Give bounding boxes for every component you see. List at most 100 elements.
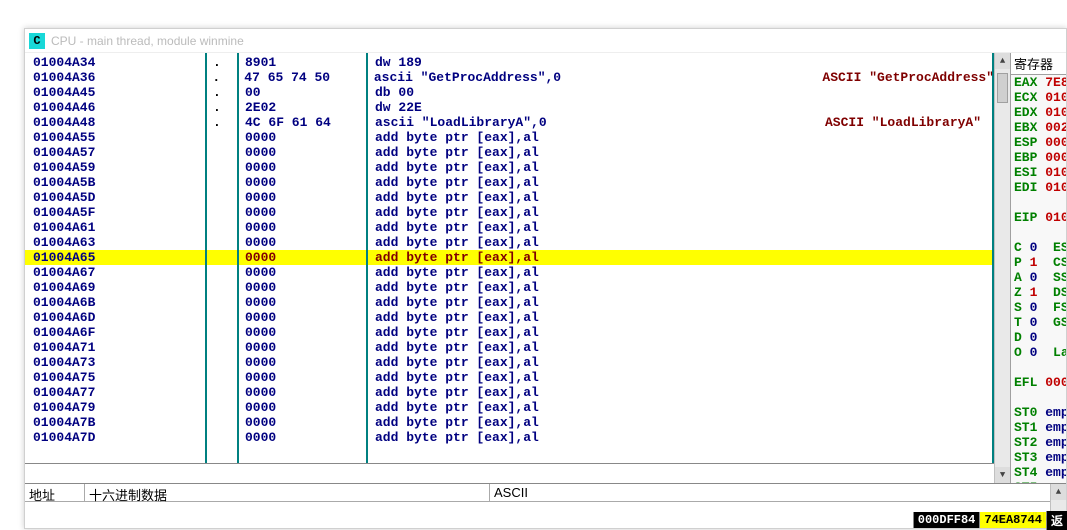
disasm-bytes: 00 xyxy=(245,85,375,100)
flag-value: 0 xyxy=(1030,345,1038,360)
scroll-down-icon[interactable]: ▼ xyxy=(995,467,1010,483)
disasm-scrollbar[interactable]: ▲ ▼ xyxy=(994,53,1010,483)
disasm-bytes: 4C 6F 61 64 xyxy=(245,115,375,130)
disasm-row[interactable]: 01004A34. 8901dw 189 xyxy=(25,55,994,70)
status-bar: 000DFF84 74EA8744 返 xyxy=(913,511,1067,529)
fpu-name: ST3 xyxy=(1014,450,1037,465)
disasm-marker xyxy=(213,385,245,400)
disasm-comment: ASCII "GetProcAddress" xyxy=(822,70,994,85)
disasm-instruction: add byte ptr [eax],al xyxy=(375,250,825,265)
disasm-instruction: dw 22E xyxy=(375,100,825,115)
debugger-window: C CPU - main thread, module winmine 0100… xyxy=(24,28,1067,529)
flag-value: 1 xyxy=(1030,285,1038,300)
flag-name: Z xyxy=(1014,285,1022,300)
status-value: 74EA8744 xyxy=(979,512,1046,528)
disasm-row[interactable]: 01004A690000add byte ptr [eax],al xyxy=(25,280,994,295)
disasm-row[interactable]: 01004A590000add byte ptr [eax],al xyxy=(25,160,994,175)
scroll-up-icon[interactable]: ▲ xyxy=(1051,484,1066,500)
disasm-address: 01004A61 xyxy=(33,220,213,235)
disasm-bytes: 0000 xyxy=(245,355,375,370)
disasm-row[interactable]: 01004A46. 2E02dw 22E xyxy=(25,100,994,115)
seg-name: DS xyxy=(1053,285,1066,300)
flag-name: A xyxy=(1014,270,1022,285)
disasm-address: 01004A7D xyxy=(33,430,213,445)
disasm-row[interactable]: 01004A710000add byte ptr [eax],al xyxy=(25,340,994,355)
disasm-row[interactable]: 01004A45. 00db 00 xyxy=(25,85,994,100)
disasm-marker xyxy=(213,265,245,280)
disasm-row[interactable]: 01004A6F0000add byte ptr [eax],al xyxy=(25,325,994,340)
disasm-address: 01004A5D xyxy=(33,190,213,205)
disasm-instruction: add byte ptr [eax],al xyxy=(375,130,825,145)
disasm-row[interactable]: 01004A670000add byte ptr [eax],al xyxy=(25,265,994,280)
disasm-instruction: dw 189 xyxy=(375,55,825,70)
disasm-row[interactable]: 01004A570000add byte ptr [eax],al xyxy=(25,145,994,160)
scroll-up-icon[interactable]: ▲ xyxy=(995,53,1010,69)
disasm-row[interactable]: 01004A5D0000add byte ptr [eax],al xyxy=(25,190,994,205)
disasm-row[interactable]: 01004A61 0000add byte ptr [eax],al xyxy=(25,220,994,235)
disasm-marker xyxy=(213,175,245,190)
reg-value: 010 xyxy=(1045,165,1066,180)
disasm-comment xyxy=(825,190,994,205)
disasm-instruction: add byte ptr [eax],al xyxy=(375,220,825,235)
disasm-marker xyxy=(213,340,245,355)
dump-col-address: 地址 xyxy=(25,484,85,501)
disasm-bytes: 0000 xyxy=(245,205,375,220)
disasm-row[interactable]: 01004A630000add byte ptr [eax],al xyxy=(25,235,994,250)
flag-value: 0 xyxy=(1030,315,1038,330)
disasm-bytes: 0000 xyxy=(245,280,375,295)
seg-name: La xyxy=(1053,345,1066,360)
disasm-bytes: 0000 xyxy=(245,220,375,235)
disasm-comment: ASCII "LoadLibraryA" xyxy=(825,115,994,130)
flag-name: C xyxy=(1014,240,1022,255)
disasm-comment xyxy=(825,220,994,235)
disasm-bytes: 0000 xyxy=(245,250,375,265)
scroll-thumb[interactable] xyxy=(997,73,1008,103)
disasm-row[interactable]: 01004A750000add byte ptr [eax],al xyxy=(25,370,994,385)
disasm-row[interactable]: 01004A5B0000add byte ptr [eax],al xyxy=(25,175,994,190)
disasm-row[interactable]: 01004A48. 4C 6F 61 64ascii "LoadLibraryA… xyxy=(25,115,994,130)
disasm-instruction: ascii "LoadLibraryA",0 xyxy=(375,115,825,130)
disasm-marker xyxy=(213,430,245,445)
status-extra: 返 xyxy=(1046,511,1067,530)
disasm-row[interactable]: 01004A5F0000add byte ptr [eax],al xyxy=(25,205,994,220)
reg-name: EBX xyxy=(1014,120,1037,135)
disasm-address: 01004A36 xyxy=(33,70,212,85)
disasm-address: 01004A48 xyxy=(33,115,213,130)
disassembly-panel[interactable]: 01004A34. 8901dw 18901004A36. 47 65 74 5… xyxy=(25,53,994,483)
disasm-comment xyxy=(825,85,994,100)
reg-value: 000 xyxy=(1045,135,1066,150)
disasm-bytes: 0000 xyxy=(245,190,375,205)
disasm-comment xyxy=(825,235,994,250)
registers-panel[interactable]: 寄存器 EAX 7E8ECX 010EDX 010EBX 002ESP 000E… xyxy=(1010,53,1066,483)
disasm-row[interactable]: 01004A6B0000add byte ptr [eax],al xyxy=(25,295,994,310)
reg-value: 010 xyxy=(1045,210,1066,225)
reg-name: EDI xyxy=(1014,180,1037,195)
disasm-row[interactable]: 01004A7B0000add byte ptr [eax],al xyxy=(25,415,994,430)
disasm-bytes: 0000 xyxy=(245,145,375,160)
disasm-row[interactable]: 01004A6D0000add byte ptr [eax],al xyxy=(25,310,994,325)
titlebar[interactable]: C CPU - main thread, module winmine xyxy=(25,29,1066,53)
flag-name: T xyxy=(1014,315,1022,330)
disasm-instruction: add byte ptr [eax],al xyxy=(375,145,825,160)
disasm-bytes: 47 65 74 50 xyxy=(244,70,374,85)
disasm-row[interactable]: 01004A36. 47 65 74 50ascii "GetProcAddre… xyxy=(25,70,994,85)
flag-name: P xyxy=(1014,255,1022,270)
disasm-instruction: add byte ptr [eax],al xyxy=(375,385,825,400)
disasm-row[interactable]: 01004A550000add byte ptr [eax],al xyxy=(25,130,994,145)
disasm-row[interactable]: 01004A7D0000add byte ptr [eax],al xyxy=(25,430,994,445)
dump-header: 地址 十六进制数据 ASCII xyxy=(25,484,1050,502)
disasm-row[interactable]: 01004A770000add byte ptr [eax],al xyxy=(25,385,994,400)
disasm-marker: . xyxy=(212,70,244,85)
dump-col-ascii: ASCII xyxy=(490,484,1050,501)
disasm-bytes: 0000 xyxy=(245,310,375,325)
disasm-row[interactable]: 01004A730000add byte ptr [eax],al xyxy=(25,355,994,370)
disasm-marker: . xyxy=(213,100,245,115)
disasm-comment xyxy=(825,370,994,385)
disasm-row[interactable]: 01004A650000add byte ptr [eax],al xyxy=(25,250,994,265)
fpu-name: ST0 xyxy=(1014,405,1037,420)
reg-name: EDX xyxy=(1014,105,1037,120)
hex-dump-panel[interactable]: 地址 十六进制数据 ASCII ▲ ▼ xyxy=(25,483,1066,528)
disasm-bytes: 0000 xyxy=(245,430,375,445)
disasm-address: 01004A46 xyxy=(33,100,213,115)
disasm-row[interactable]: 01004A790000add byte ptr [eax],al xyxy=(25,400,994,415)
